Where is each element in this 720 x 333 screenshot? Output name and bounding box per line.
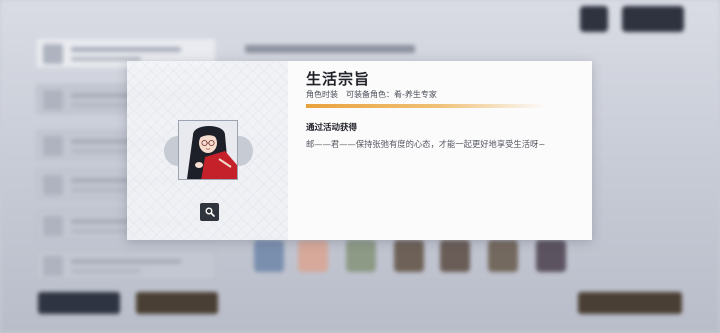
- item-preview-panel: [127, 61, 288, 240]
- accent-bar: [306, 104, 546, 108]
- bg-top-button: [580, 6, 608, 32]
- item-detail-dialog: 生活宗旨 角色时装 可装备角色：肴-养生专家 通过活动获得 邮——君——保持张弛…: [127, 61, 592, 240]
- costume-portrait: [178, 120, 238, 180]
- bg-top-button: [622, 6, 684, 32]
- magnifier-icon: [205, 207, 215, 217]
- equip-character: 肴-养生专家: [394, 90, 437, 99]
- equip-label: 可装备角色：: [346, 90, 394, 99]
- item-meta: 角色时装 可装备角色：肴-养生专家: [306, 89, 437, 100]
- bg-button: [578, 292, 682, 314]
- bg-button: [38, 292, 120, 314]
- bg-list-row: [36, 250, 216, 280]
- equip-info: 可装备角色：肴-养生专家: [346, 89, 437, 100]
- bg-thumbnails: [250, 240, 570, 274]
- item-category: 角色时装: [306, 90, 338, 99]
- item-title: 生活宗旨: [306, 70, 371, 88]
- source-heading: 通过活动获得: [306, 123, 358, 133]
- item-description: 邮——君——保持张弛有度的心态，才能一起更好地享受生活呀~: [306, 139, 546, 149]
- bg-button: [136, 292, 218, 314]
- item-info-panel: 生活宗旨 角色时装 可装备角色：肴-养生专家 通过活动获得 邮——君——保持张弛…: [288, 61, 592, 240]
- character-portrait-image: [179, 121, 237, 179]
- zoom-button[interactable]: [200, 203, 219, 221]
- bg-heading: [245, 45, 415, 53]
